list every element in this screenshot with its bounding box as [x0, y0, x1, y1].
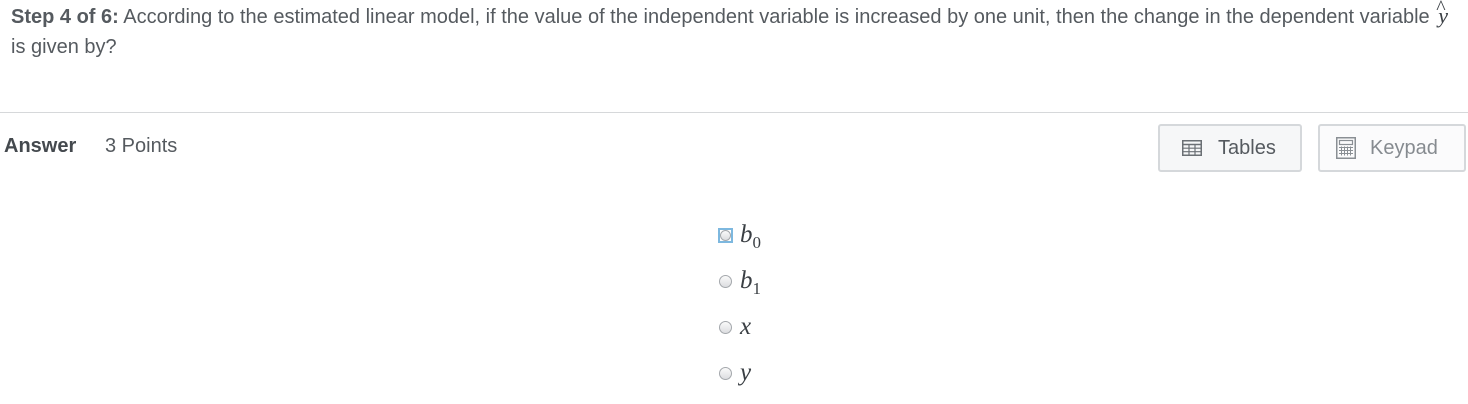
focus-ring	[718, 227, 733, 243]
radio-x[interactable]	[719, 320, 732, 334]
tables-label: Tables	[1218, 136, 1276, 159]
hat-accent: ^	[1436, 0, 1446, 19]
section-divider	[0, 112, 1468, 113]
answer-label: Answer	[4, 135, 77, 157]
keypad-icon	[1336, 137, 1356, 159]
option-subscript: 0	[752, 233, 762, 252]
step-label: Step 4 of 6:	[11, 6, 119, 28]
question-text: Step 4 of 6: According to the estimated …	[11, 0, 1451, 62]
option-base: b	[740, 221, 753, 248]
option-y[interactable]: y	[718, 350, 761, 396]
points-label: 3 Points	[105, 135, 178, 157]
radio-b1[interactable]	[719, 274, 732, 288]
option-b0[interactable]: b0	[718, 212, 761, 258]
keypad-button[interactable]: Keypad	[1318, 124, 1466, 172]
tables-button[interactable]: Tables	[1158, 124, 1302, 172]
y-hat-symbol: y ^	[1435, 0, 1451, 31]
keypad-label: Keypad	[1370, 136, 1438, 159]
radio-y[interactable]	[719, 366, 732, 380]
option-label-b0: b0	[740, 221, 762, 252]
answer-options: b0 b1 x y	[718, 212, 761, 396]
question-page: Step 4 of 6: According to the estimated …	[0, 0, 1468, 404]
radio-b0[interactable]	[720, 229, 731, 241]
question-tail: is given by?	[11, 36, 117, 58]
option-subscript: 1	[752, 279, 762, 298]
option-base: b	[740, 267, 753, 294]
option-x[interactable]: x	[718, 304, 761, 350]
option-label-y: y	[740, 359, 752, 386]
option-label-x: x	[740, 313, 752, 340]
table-icon	[1182, 140, 1202, 156]
option-label-b1: b1	[740, 267, 762, 298]
question-body: According to the estimated linear model,…	[123, 6, 1430, 28]
option-b1[interactable]: b1	[718, 258, 761, 304]
